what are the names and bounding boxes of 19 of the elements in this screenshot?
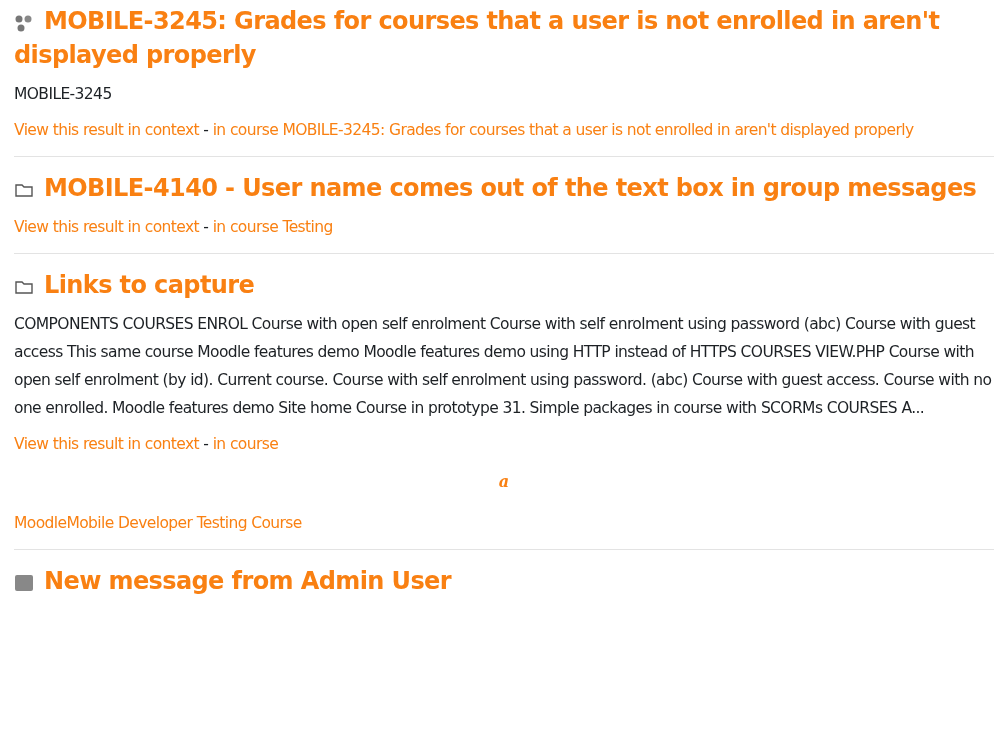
result-title[interactable]: Links to capture [14,268,994,302]
course-link[interactable]: MoodleMobile Developer Testing Course [14,514,302,532]
course-link[interactable]: in course [212,435,279,453]
network-icon [14,13,34,33]
result-title[interactable]: MOBILE-3245: Grades for courses that a user is not enrolled in aren't displayed properly [14,4,994,72]
result-title[interactable]: New message from Admin User [14,564,994,598]
math-variable: a [498,472,510,491]
separator: - [203,435,209,453]
context-link[interactable]: View this result in context [14,121,199,139]
separator: - [203,121,209,139]
message-icon [14,573,34,593]
course-link[interactable]: in course Testing [212,218,333,236]
context-link[interactable]: View this result in context [14,218,199,236]
result-snippet: MOBILE-3245 [14,84,113,105]
course-link[interactable]: in course MOBILE-3245: Grades for courses that a user is not enrolled in aren't displayed properly [212,121,914,139]
result-title[interactable]: MOBILE-4140 - User name comes out of the text box in group messages [14,171,994,205]
context-link[interactable]: View this result in context [14,435,199,453]
separator: - [203,218,209,236]
result-snippet: COMPONENTS COURSES ENROL Course with open self enrolment Course with self enrolment using password (abc) Course with guest access This same course Moodle features demo Moodle features demo using HTTP instead of HTTPS COURSES VIEW.PHP Course with open self enrolment (by id). Current course. Course with self enrolment using password. (abc) Course with guest access. Course with no one enrolled. Moodle features demo Site home Course in prototype 31. Simple packages in course with SCORMs COURSES A... [14,314,993,419]
